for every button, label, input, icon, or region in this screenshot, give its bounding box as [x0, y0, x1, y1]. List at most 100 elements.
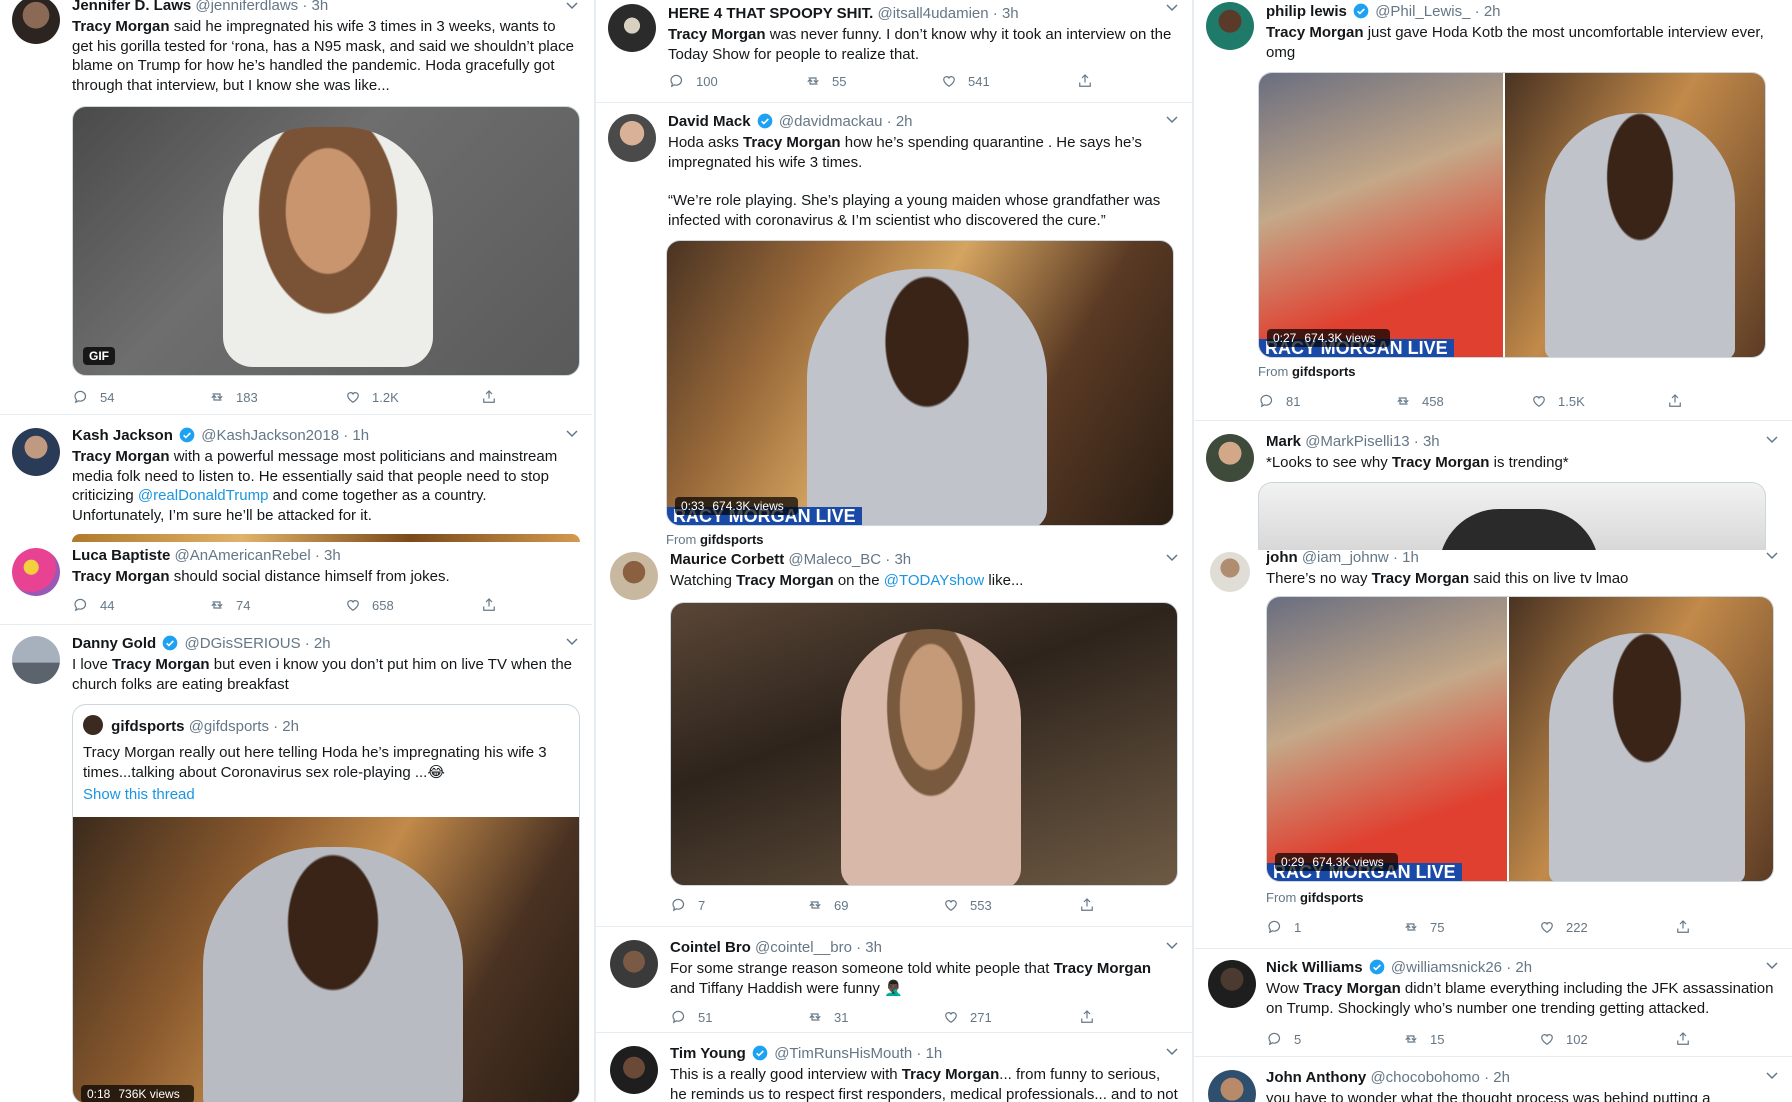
reply-button[interactable]: 44	[72, 596, 208, 614]
author-handle[interactable]: @AnAmericanRebel	[175, 547, 311, 564]
author-name[interactable]: philip lewis	[1266, 3, 1347, 20]
quote-video[interactable]: 0:18 736K views	[73, 817, 579, 1102]
tweet-time[interactable]: · 2h	[887, 113, 913, 130]
author-name[interactable]: Cointel Bro	[670, 939, 751, 956]
quoted-tweet[interactable]: gifdsports @gifdsports · 2h Tracy Morgan…	[72, 704, 580, 1102]
quote-author-name[interactable]: gifdsports	[111, 718, 184, 735]
share-button[interactable]	[1674, 918, 1704, 936]
author-handle[interactable]: @itsall4udamien	[878, 5, 989, 22]
tweet-time[interactable]: · 3h	[302, 0, 328, 14]
tweet-cointel[interactable]: Cointel Bro @cointel__bro · 3h For some …	[596, 938, 1192, 1028]
reply-button[interactable]: 100	[668, 72, 804, 90]
share-button[interactable]	[1666, 392, 1696, 410]
avatar[interactable]	[610, 1046, 658, 1094]
chevron-down-icon[interactable]	[566, 638, 578, 646]
chevron-down-icon[interactable]	[566, 2, 578, 10]
tweet-media-image[interactable]	[670, 602, 1178, 886]
tweet-john[interactable]: john @iam_johnw · 1h There’s no way Trac…	[1194, 549, 1792, 944]
chevron-down-icon[interactable]	[566, 430, 578, 438]
tweet-video[interactable]: RACY MORGAN LIVE 0:27 674.3K views	[1258, 72, 1766, 358]
avatar[interactable]	[610, 940, 658, 988]
avatar[interactable]	[1208, 1070, 1256, 1102]
tweet-john-anthony[interactable]: John Anthony @chocobohomo · 2h you have …	[1194, 1068, 1792, 1102]
retweet-button[interactable]: 458	[1394, 392, 1530, 410]
tweet-danny[interactable]: Danny Gold @DGisSERIOUS · 2h I love Trac…	[0, 634, 592, 1102]
retweet-button[interactable]: 31	[806, 1008, 942, 1026]
retweet-button[interactable]: 55	[804, 72, 940, 90]
tweet-time[interactable]: · 2h	[305, 635, 331, 652]
like-button[interactable]: 271	[942, 1008, 1078, 1026]
author-handle[interactable]: @davidmackau	[779, 113, 883, 130]
avatar[interactable]	[12, 636, 60, 684]
retweet-button[interactable]: 75	[1402, 918, 1538, 936]
tweet-maurice[interactable]: Maurice Corbett @Maleco_BC · 3h Watching…	[596, 550, 1192, 922]
chevron-down-icon[interactable]	[1166, 942, 1178, 950]
mention-link[interactable]: @realDonaldTrump	[138, 487, 269, 504]
reply-button[interactable]: 1	[1266, 918, 1402, 936]
reply-button[interactable]: 7	[670, 896, 806, 914]
video-source[interactable]: From gifdsports	[666, 532, 764, 547]
author-handle[interactable]: @chocobohomo	[1370, 1069, 1479, 1086]
chevron-down-icon[interactable]	[1766, 436, 1778, 444]
chevron-down-icon[interactable]	[1166, 116, 1178, 124]
video-source[interactable]: From gifdsports	[1266, 890, 1364, 905]
avatar[interactable]	[12, 548, 60, 596]
avatar[interactable]	[1206, 2, 1254, 50]
tweet-time[interactable]: · 3h	[993, 5, 1019, 22]
retweet-button[interactable]: 69	[806, 896, 942, 914]
avatar[interactable]	[610, 552, 658, 600]
like-button[interactable]: 222	[1538, 918, 1674, 936]
tweet-philip[interactable]: philip lewis @Phil_Lewis_ · 2h Tracy Mor…	[1194, 0, 1792, 414]
share-button[interactable]	[1078, 896, 1108, 914]
chevron-down-icon[interactable]	[1166, 4, 1178, 12]
like-button[interactable]: 553	[942, 896, 1078, 914]
like-button[interactable]: 1.5K	[1530, 392, 1666, 410]
from-name[interactable]: gifdsports	[1300, 890, 1364, 905]
like-button[interactable]: 102	[1538, 1030, 1674, 1048]
chevron-down-icon[interactable]	[1766, 962, 1778, 970]
tweet-time[interactable]: · 2h	[1475, 3, 1501, 20]
tweet-mark[interactable]: Mark @MarkPiselli13 · 3h *Looks to see w…	[1194, 432, 1792, 552]
avatar[interactable]	[1206, 434, 1254, 482]
author-name[interactable]: john	[1266, 549, 1298, 566]
avatar[interactable]	[12, 0, 60, 44]
tweet-media-clipped[interactable]	[72, 534, 580, 542]
tweet-video[interactable]: RACY MORGAN LIVE 0:33 674.3K views	[666, 240, 1174, 526]
tweet-media-gif[interactable]: GIF	[72, 106, 580, 376]
author-handle[interactable]: @cointel__bro	[755, 939, 852, 956]
tweet-time[interactable]: · 1h	[1393, 549, 1419, 566]
avatar[interactable]	[608, 4, 656, 52]
author-name[interactable]: HERE 4 THAT SPOOPY SHIT.	[668, 5, 873, 22]
author-name[interactable]: John Anthony	[1266, 1069, 1366, 1086]
author-name[interactable]: Luca Baptiste	[72, 547, 170, 564]
tweet-time[interactable]: · 2h	[1506, 959, 1532, 976]
avatar[interactable]	[1210, 552, 1250, 592]
tweet-luca[interactable]: Luca Baptiste @AnAmericanRebel · 3h Trac…	[0, 546, 592, 622]
tweet-time[interactable]: · 1h	[916, 1045, 942, 1062]
tweet-video[interactable]: RACY MORGAN LIVE 0:29 674.3K views	[1266, 596, 1774, 882]
author-handle[interactable]: @KashJackson2018	[201, 427, 339, 444]
tweet-jennifer[interactable]: Jennifer D. Laws @jenniferdlaws · 3h Tra…	[0, 0, 592, 412]
author-handle[interactable]: @iam_johnw	[1302, 549, 1389, 566]
quote-time[interactable]: · 2h	[273, 718, 299, 735]
author-name[interactable]: David Mack	[668, 113, 751, 130]
author-handle[interactable]: @MarkPiselli13	[1305, 433, 1409, 450]
reply-button[interactable]: 81	[1258, 392, 1394, 410]
retweet-button[interactable]: 15	[1402, 1030, 1538, 1048]
author-name[interactable]: Nick Williams	[1266, 959, 1363, 976]
avatar[interactable]	[1208, 960, 1256, 1008]
author-name[interactable]: Danny Gold	[72, 635, 156, 652]
author-handle[interactable]: @jenniferdlaws	[195, 0, 298, 14]
tweet-time[interactable]: · 3h	[315, 547, 341, 564]
tweet-kash[interactable]: Kash Jackson @KashJackson2018 · 1h Tracy…	[0, 426, 592, 542]
author-name[interactable]: Jennifer D. Laws	[72, 0, 191, 14]
tweet-david[interactable]: David Mack @davidmackau · 2h Hoda asks T…	[596, 112, 1192, 552]
author-name[interactable]: Kash Jackson	[72, 427, 173, 444]
avatar[interactable]	[608, 114, 656, 162]
video-source[interactable]: From gifdsports	[1258, 364, 1356, 379]
reply-button[interactable]: 5	[1266, 1030, 1402, 1048]
like-button[interactable]: 541	[940, 72, 1076, 90]
retweet-button[interactable]: 74	[208, 596, 344, 614]
tweet-time[interactable]: · 3h	[885, 551, 911, 568]
author-handle[interactable]: @Phil_Lewis_	[1375, 3, 1470, 20]
